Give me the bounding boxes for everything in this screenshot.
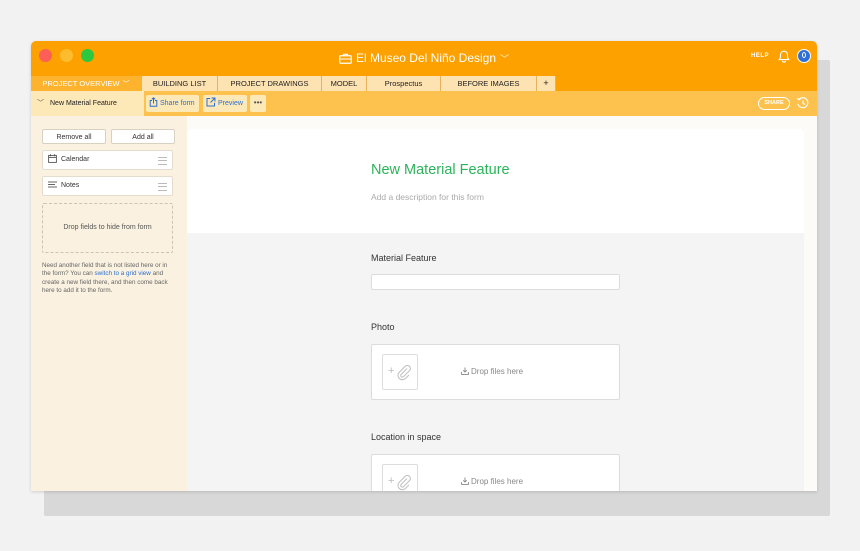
more-options-button[interactable]: ••• [250,95,266,112]
hidden-fields-sidebar: Remove all Add all Calendar Notes Drop f… [31,116,187,491]
material-feature-input[interactable] [371,274,620,290]
field-label-photo: Photo [371,322,395,332]
remove-all-button[interactable]: Remove all [42,129,106,144]
download-tray-icon [461,367,469,375]
sidebar-field-notes[interactable]: Notes [42,176,173,196]
photo-attachment-field[interactable]: + Drop files here [371,344,620,400]
form-canvas: New Material Feature Add a description f… [187,129,804,491]
external-link-icon [206,97,216,107]
download-tray-icon [461,477,469,485]
form-title[interactable]: New Material Feature [371,162,510,178]
chevron-down-icon: ﹀ [37,100,44,107]
long-text-icon [48,181,57,188]
share-form-button[interactable]: Share form [146,95,199,112]
drop-files-label: Drop files here [461,367,523,376]
tab-project-drawings[interactable]: PROJECT DRAWINGS [218,76,322,91]
plus-icon: + [388,475,395,487]
tab-building-list[interactable]: BUILDING LIST [142,76,218,91]
view-toolbar: ﹀ New Material Feature Share form Preview… [31,91,817,116]
hide-fields-dropzone[interactable]: Drop fields to hide from form [42,203,173,253]
view-name: New Material Feature [50,100,117,107]
title-bar: El Museo Del Niño Design ﹀ HELP [31,41,817,76]
briefcase-icon [339,53,352,67]
drag-handle-icon[interactable] [158,183,167,191]
history-icon[interactable] [796,96,810,115]
help-link[interactable]: HELP [751,53,769,59]
chevron-down-icon: ﹀ [122,81,130,88]
share-button[interactable]: SHARE [758,97,790,110]
calendar-icon [48,154,57,163]
form-description-input[interactable]: Add a description for this form [371,192,484,202]
sidebar-help-text: Need another field that is not listed he… [42,262,168,295]
drop-files-label: Drop files here [461,477,523,486]
add-attachment-button[interactable]: + [382,464,418,491]
table-tabs: PROJECT OVERVIEW ﹀ BUILDING LIST PROJECT … [31,76,817,91]
chevron-down-icon: ﹀ [500,54,510,64]
add-all-button[interactable]: Add all [111,129,175,144]
tab-project-overview[interactable]: PROJECT OVERVIEW ﹀ [31,76,142,91]
add-attachment-button[interactable]: + [382,354,418,390]
field-label-location-in-space: Location in space [371,432,442,442]
app-window: El Museo Del Niño Design ﹀ HELP PROJECT O… [31,41,817,491]
tab-before-images[interactable]: BEFORE IMAGES [441,76,537,91]
paperclip-icon [397,474,411,491]
tab-prospectus[interactable]: Prospectus [367,76,441,91]
share-icon [149,97,158,107]
plus-icon: + [388,365,395,377]
user-avatar[interactable] [797,49,811,63]
field-label-material-feature: Material Feature [371,253,437,263]
base-title-text: El Museo Del Niño Design [355,51,497,65]
view-switcher[interactable]: ﹀ New Material Feature [31,91,144,116]
bell-icon[interactable] [778,50,790,68]
tab-model[interactable]: MODEL [322,76,367,91]
drag-handle-icon[interactable] [158,157,167,165]
paperclip-icon [397,364,411,381]
preview-button[interactable]: Preview [203,95,247,112]
location-attachment-field[interactable]: + Drop files here [371,454,620,491]
form-header: New Material Feature Add a description f… [187,129,804,233]
switch-to-grid-link[interactable]: switch to a grid view [95,270,151,277]
sidebar-field-calendar[interactable]: Calendar [42,150,173,170]
add-table-button[interactable]: + [537,76,556,91]
base-title[interactable]: El Museo Del Niño Design ﹀ [31,51,817,67]
